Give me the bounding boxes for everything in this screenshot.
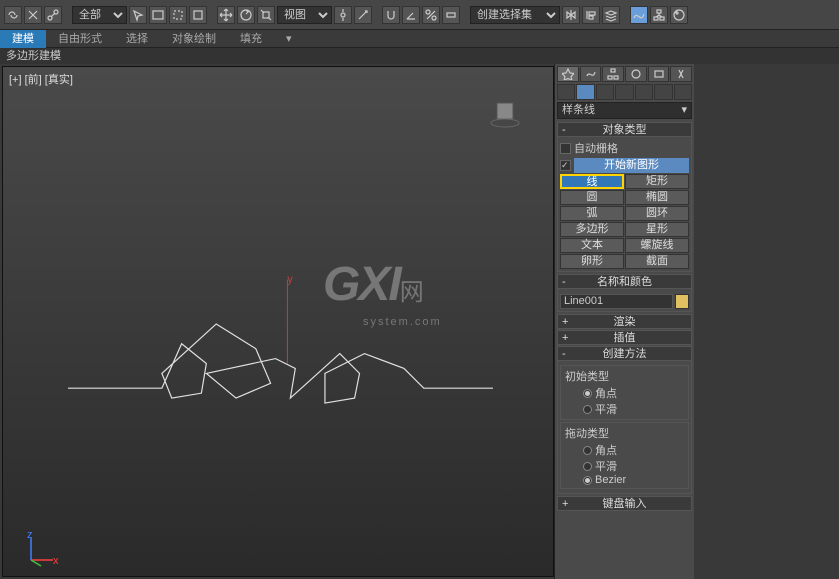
spline-object[interactable]: y: [3, 67, 553, 576]
scale-icon[interactable]: [257, 6, 275, 24]
display-tab-icon[interactable]: [648, 66, 670, 82]
rollout-render-header[interactable]: +渲染: [557, 314, 692, 329]
start-new-shape-btn[interactable]: 开始新图形: [574, 158, 689, 173]
ribbon-tab-freeform[interactable]: 自由形式: [46, 30, 114, 48]
curve-editor-icon[interactable]: [630, 6, 648, 24]
svg-text:y: y: [287, 273, 293, 285]
auto-grid-checkbox[interactable]: [560, 143, 571, 154]
command-panel: 样条线 -对象类型 自动栅格 开始新图形 线 矩形 圆 椭圆 弧 圆: [554, 64, 694, 579]
drag-corner-radio[interactable]: 角点: [565, 442, 684, 458]
create-tab-icon[interactable]: [557, 66, 579, 82]
shape-ellipse-button[interactable]: 椭圆: [625, 190, 689, 205]
shape-ngon-button[interactable]: 多边形: [560, 222, 624, 237]
drag-type-group: 拖动类型 角点 平滑 Bezier: [560, 422, 689, 489]
hierarchy-tab-icon[interactable]: [602, 66, 624, 82]
shape-donut-button[interactable]: 圆环: [625, 206, 689, 221]
main-toolbar: 全部 视图 创建选择集: [0, 0, 839, 30]
shape-rectangle-button[interactable]: 矩形: [625, 174, 689, 189]
align-icon[interactable]: [582, 6, 600, 24]
window-crossing-icon[interactable]: [189, 6, 207, 24]
ribbon-tab-populate[interactable]: 填充: [228, 30, 274, 48]
modify-tab-icon[interactable]: [580, 66, 602, 82]
systems-cat-icon[interactable]: [674, 84, 692, 100]
select-name-icon[interactable]: [149, 6, 167, 24]
mirror-icon[interactable]: [562, 6, 580, 24]
pivot-icon[interactable]: [334, 6, 352, 24]
ribbon-overflow-icon[interactable]: ▾: [274, 30, 304, 48]
svg-text:z: z: [27, 529, 33, 541]
rollout-create-method: -创建方法 初始类型 角点 平滑 拖动类型 角点 平滑 Bezier: [557, 346, 692, 494]
drag-type-label: 拖动类型: [565, 425, 684, 441]
rollout-keyboard-header[interactable]: +键盘输入: [557, 496, 692, 511]
viewport-front[interactable]: [+] [前] [真实] y GXI网 system.com z x: [2, 66, 554, 577]
initial-corner-radio[interactable]: 角点: [565, 385, 684, 401]
create-category-tabs: [557, 84, 692, 100]
shape-text-button[interactable]: 文本: [560, 238, 624, 253]
motion-tab-icon[interactable]: [625, 66, 647, 82]
manip-icon[interactable]: [354, 6, 372, 24]
initial-type-group: 初始类型 角点 平滑: [560, 365, 689, 420]
coord-system-select[interactable]: 视图: [277, 6, 332, 24]
lights-cat-icon[interactable]: [596, 84, 614, 100]
right-gutter: [694, 64, 839, 579]
rollout-name-color: -名称和颜色 Line001: [557, 274, 692, 312]
ribbon-tab-objectpaint[interactable]: 对象绘制: [160, 30, 228, 48]
rollout-header[interactable]: -创建方法: [557, 346, 692, 361]
named-selection-set[interactable]: 创建选择集: [470, 6, 560, 24]
angle-snap-icon[interactable]: [402, 6, 420, 24]
shape-section-button[interactable]: 截面: [625, 254, 689, 269]
unlink-icon[interactable]: [24, 6, 42, 24]
layers-icon[interactable]: [602, 6, 620, 24]
move-icon[interactable]: [217, 6, 235, 24]
cameras-cat-icon[interactable]: [615, 84, 633, 100]
rotate-icon[interactable]: [237, 6, 255, 24]
rollout-header[interactable]: -名称和颜色: [557, 274, 692, 289]
shape-egg-button[interactable]: 卵形: [560, 254, 624, 269]
rollout-object-type: -对象类型 自动栅格 开始新图形 线 矩形 圆 椭圆 弧 圆环 多边形: [557, 122, 692, 272]
bind-icon[interactable]: [44, 6, 62, 24]
start-new-shape-row[interactable]: 开始新图形: [560, 157, 689, 174]
region-rect-icon[interactable]: [169, 6, 187, 24]
ribbon-tab-modeling[interactable]: 建模: [0, 30, 46, 48]
ribbon-subpanel[interactable]: 多边形建模: [0, 48, 839, 64]
object-color-swatch[interactable]: [675, 294, 689, 309]
shape-buttons-grid: 线 矩形 圆 椭圆 弧 圆环 多边形 星形 文本 螺旋线 卵形 截面: [560, 174, 689, 269]
shape-star-button[interactable]: 星形: [625, 222, 689, 237]
drag-bezier-radio[interactable]: Bezier: [565, 474, 684, 486]
shapes-cat-icon[interactable]: [576, 84, 594, 100]
shape-category-select[interactable]: 样条线: [557, 102, 692, 119]
selection-filter-select[interactable]: 全部: [72, 6, 127, 24]
start-new-checkbox[interactable]: [560, 160, 571, 171]
drag-smooth-radio[interactable]: 平滑: [565, 458, 684, 474]
link-icon[interactable]: [4, 6, 22, 24]
shape-arc-button[interactable]: 弧: [560, 206, 624, 221]
select-icon[interactable]: [129, 6, 147, 24]
helpers-cat-icon[interactable]: [635, 84, 653, 100]
shape-circle-button[interactable]: 圆: [560, 190, 624, 205]
spacewarps-cat-icon[interactable]: [654, 84, 672, 100]
spinner-snap-icon[interactable]: [442, 6, 460, 24]
command-panel-tabs: [557, 66, 692, 82]
material-editor-icon[interactable]: [670, 6, 688, 24]
snap-toggle-icon[interactable]: [382, 6, 400, 24]
work-area: [+] [前] [真实] y GXI网 system.com z x: [0, 64, 839, 579]
axis-gizmo-icon: z x: [23, 528, 63, 568]
geometry-cat-icon[interactable]: [557, 84, 575, 100]
ribbon-tab-selection[interactable]: 选择: [114, 30, 160, 48]
utilities-tab-icon[interactable]: [670, 66, 692, 82]
object-name-input[interactable]: Line001: [560, 294, 673, 309]
auto-grid-label: 自动栅格: [574, 140, 618, 156]
shape-line-button[interactable]: 线: [560, 174, 624, 189]
shape-helix-button[interactable]: 螺旋线: [625, 238, 689, 253]
initial-type-label: 初始类型: [565, 368, 684, 384]
ribbon-tabs: 建模 自由形式 选择 对象绘制 填充 ▾: [0, 30, 839, 48]
rollout-interp-header[interactable]: +插值: [557, 330, 692, 345]
initial-smooth-radio[interactable]: 平滑: [565, 401, 684, 417]
percent-snap-icon[interactable]: [422, 6, 440, 24]
svg-text:x: x: [53, 555, 59, 567]
schematic-icon[interactable]: [650, 6, 668, 24]
rollout-header[interactable]: -对象类型: [557, 122, 692, 137]
auto-grid-row[interactable]: 自动栅格: [560, 139, 689, 157]
